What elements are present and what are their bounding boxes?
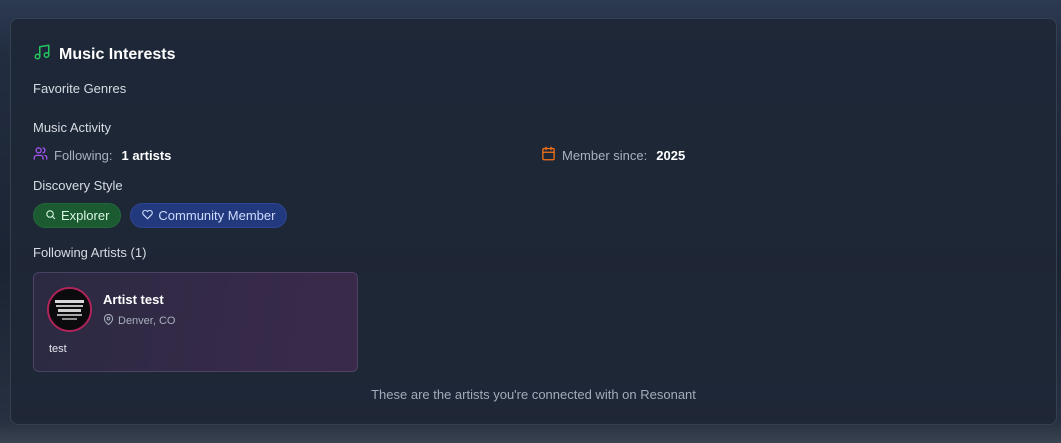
section-title: Music Interests (59, 45, 176, 63)
artist-name[interactable]: Artist test (103, 292, 164, 307)
discovery-style-label: Discovery Style (33, 178, 123, 193)
map-pin-icon (103, 313, 114, 328)
footer-note: These are the artists you're connected w… (371, 387, 696, 402)
artist-logo-avatar[interactable] (47, 287, 92, 332)
member-since-value: 2025 (656, 147, 686, 163)
member-since-key: Member since: (562, 147, 648, 163)
following-value: 1 artists (121, 147, 172, 163)
artist-location: Denver, CO (103, 313, 176, 328)
artist-card[interactable]: Artist test Denver, CO test (33, 272, 358, 372)
heart-icon (142, 208, 154, 223)
explorer-badge-label: Explorer (61, 208, 110, 223)
following-key: Following: (54, 147, 113, 163)
discovery-badges: Explorer Community Member (33, 203, 288, 228)
section-header: Music Interests (33, 43, 175, 66)
music-activity-label: Music Activity (33, 120, 112, 135)
favorite-genres-label: Favorite Genres (33, 81, 127, 96)
member-since-stat: Member since: 2025 (541, 146, 685, 164)
music-interests-card: Music Interests Favorite Genres Music Ac… (10, 18, 1057, 425)
community-member-badge-label: Community Member (158, 208, 276, 223)
following-stat: Following: 1 artists (33, 146, 171, 164)
explorer-badge[interactable]: Explorer (33, 203, 122, 228)
following-artists-label: Following Artists (1) (33, 245, 147, 260)
music-note-icon (33, 43, 51, 66)
artist-location-text: Denver, CO (118, 315, 176, 327)
calendar-icon (541, 146, 556, 164)
artist-bio: test (49, 343, 67, 355)
search-icon (45, 208, 56, 223)
community-member-badge[interactable]: Community Member (130, 203, 288, 228)
users-icon (33, 146, 48, 164)
